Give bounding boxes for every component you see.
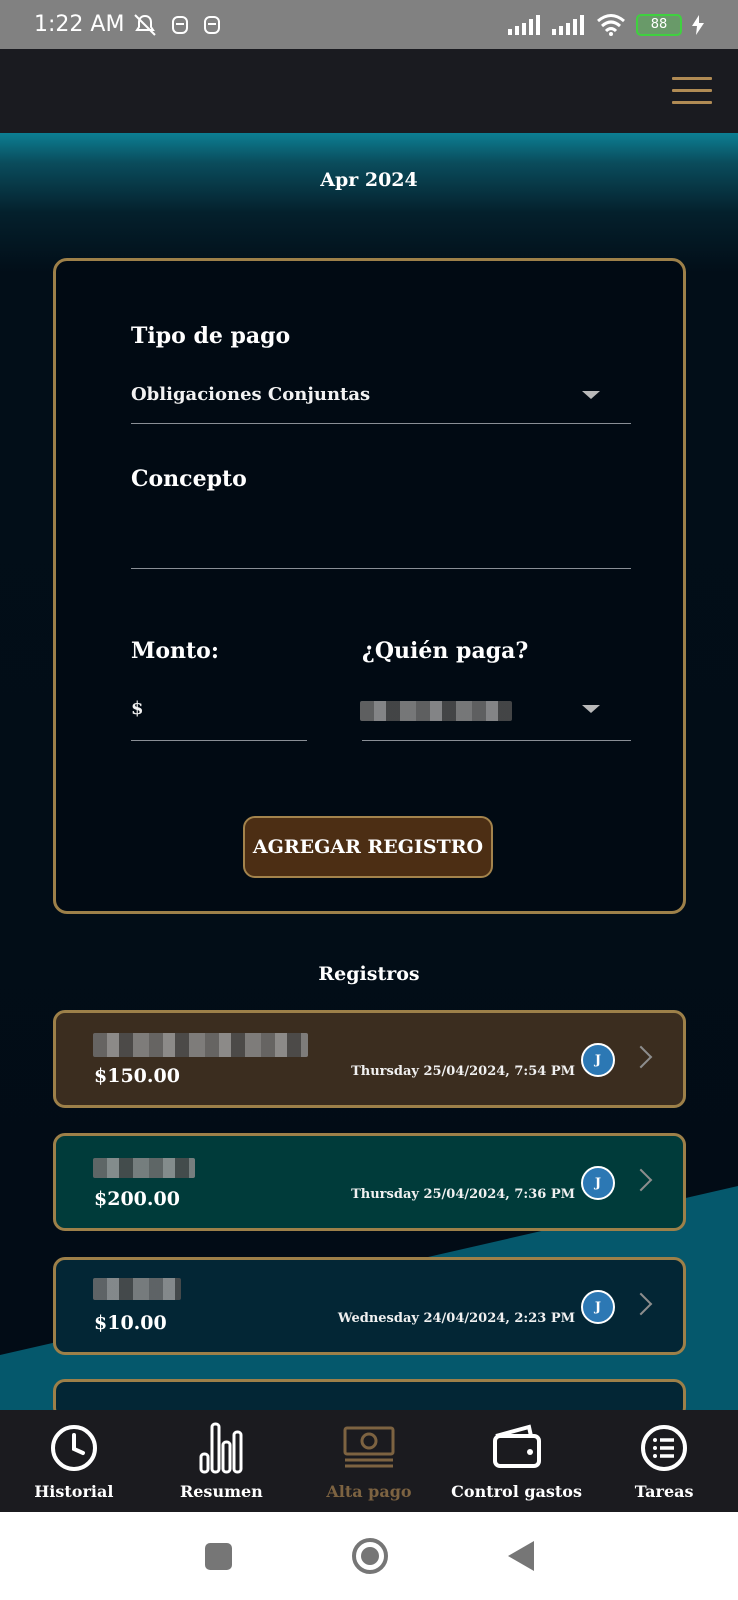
status-bar: 1:22 AM 88: [0, 0, 738, 49]
record-card[interactable]: $10.00 Wednesday 24/04/2024, 2:23 PM J: [53, 1257, 686, 1355]
record-date: Thursday 25/04/2024, 7:54 PM: [351, 1064, 575, 1079]
add-record-button[interactable]: AGREGAR REGISTRO: [243, 816, 493, 878]
clock-icon: [50, 1425, 97, 1471]
record-amount: $10.00: [94, 1312, 167, 1334]
record-card-partial[interactable]: [53, 1379, 686, 1410]
chevron-right-icon[interactable]: [629, 1045, 653, 1069]
nav-label: Resumen: [179, 1482, 263, 1501]
month-title: Apr 2024: [320, 169, 418, 191]
nav-tareas[interactable]: Tareas: [590, 1410, 738, 1512]
concept-underline: [131, 568, 631, 569]
nav-historial[interactable]: Historial: [0, 1410, 148, 1512]
recents-icon[interactable]: [204, 1542, 232, 1570]
avatar: J: [581, 1290, 615, 1324]
payment-form-card: Tipo de pago Obligaciones Conjuntas Conc…: [53, 258, 686, 914]
system-navigation: [0, 1512, 738, 1600]
avatar: J: [581, 1043, 615, 1077]
record-card[interactable]: $200.00 Thursday 25/04/2024, 7:36 PM J: [53, 1133, 686, 1231]
record-concept: [93, 1033, 308, 1057]
nav-label: Tareas: [634, 1482, 694, 1501]
record-amount: $150.00: [94, 1065, 180, 1087]
nav-alta-pago[interactable]: Alta pago: [295, 1410, 443, 1512]
amount-input[interactable]: [154, 698, 304, 724]
signal-icon: [552, 14, 584, 35]
chevron-right-icon[interactable]: [629, 1292, 653, 1316]
app-bar: [0, 49, 738, 133]
app-icon: [172, 15, 189, 34]
concept-label: Concepto: [131, 466, 247, 492]
record-concept: [93, 1278, 181, 1300]
bottom-navigation: Historial Resumen Alta pago Control gast…: [0, 1410, 738, 1512]
concept-input[interactable]: [131, 516, 631, 556]
charging-icon: [692, 14, 704, 35]
status-right-icons: 88: [508, 13, 704, 37]
chevron-down-icon[interactable]: [582, 705, 600, 713]
payer-underline: [362, 740, 631, 741]
nav-label: Control gastos: [451, 1482, 582, 1501]
main-content: Apr 2024 Tipo de pago Obligaciones Conju…: [0, 133, 738, 1410]
app-icon: [204, 15, 221, 34]
record-amount: $200.00: [94, 1188, 180, 1210]
payment-type-underline: [131, 423, 631, 424]
hamburger-icon[interactable]: [672, 77, 712, 105]
record-concept: [93, 1158, 195, 1178]
record-date: Wednesday 24/04/2024, 2:23 PM: [337, 1311, 575, 1326]
payer-label: ¿Quién paga?: [362, 638, 529, 664]
wifi-icon: [597, 13, 625, 36]
status-left-icons: [132, 13, 222, 37]
nav-resumen[interactable]: Resumen: [148, 1410, 296, 1512]
nav-label: Historial: [34, 1482, 114, 1501]
avatar: J: [581, 1166, 615, 1200]
bar-chart-icon: [199, 1422, 243, 1474]
wallet-icon: [492, 1424, 541, 1468]
currency-symbol: $: [131, 698, 144, 719]
nav-label: Alta pago: [326, 1482, 412, 1501]
battery-icon: 88: [636, 13, 682, 36]
amount-underline: [131, 740, 307, 741]
nav-control-gastos[interactable]: Control gastos: [443, 1410, 591, 1512]
money-icon: [343, 1426, 395, 1468]
payer-select-value[interactable]: [360, 701, 512, 721]
payment-type-label: Tipo de pago: [131, 323, 291, 349]
mute-off-icon: [134, 13, 157, 36]
chevron-down-icon[interactable]: [582, 391, 600, 399]
record-card[interactable]: $150.00 Thursday 25/04/2024, 7:54 PM J: [53, 1010, 686, 1108]
payment-type-select[interactable]: Obligaciones Conjuntas: [131, 384, 370, 405]
back-icon[interactable]: [507, 1541, 534, 1571]
status-time: 1:22 AM: [34, 12, 125, 37]
signal-icon: [508, 14, 540, 35]
amount-label: Monto:: [131, 638, 219, 664]
records-title: Registros: [318, 963, 420, 985]
record-date: Thursday 25/04/2024, 7:36 PM: [351, 1187, 575, 1202]
chevron-right-icon[interactable]: [629, 1168, 653, 1192]
home-icon[interactable]: [351, 1538, 388, 1574]
list-icon: [641, 1425, 688, 1471]
